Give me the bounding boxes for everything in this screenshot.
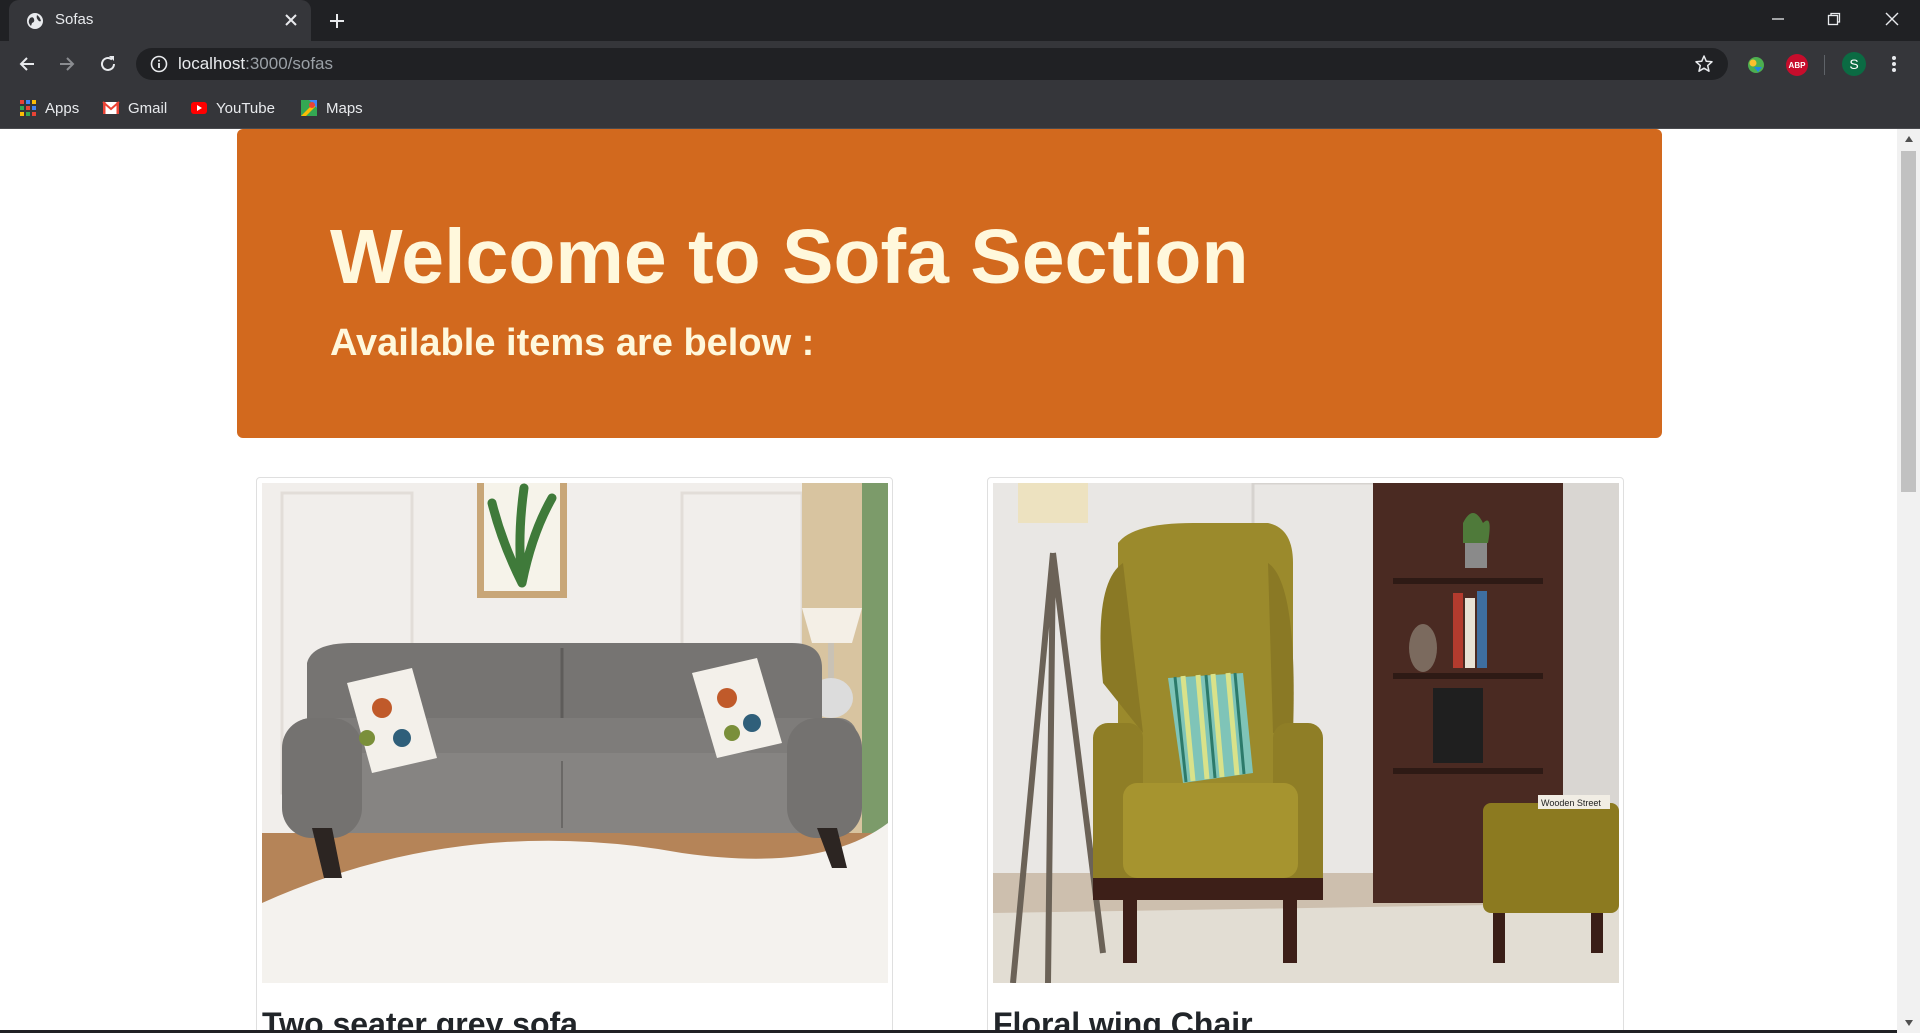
url-host: localhost [178,54,246,73]
url-text: localhost:3000/sofas [178,54,333,74]
new-tab-icon[interactable] [325,9,349,33]
product-image[interactable]: Wooden Street [993,483,1619,983]
product-title[interactable]: Floral wing Chair [993,1006,1253,1033]
bookmarks-bar: Apps Gmail YouTube Maps [0,87,1920,129]
bookmark-label: Apps [45,99,80,117]
apps-grid-icon [20,100,36,116]
image-watermark-label: Wooden Street [1541,798,1601,808]
adblock-plus-icon[interactable]: ABP [1786,54,1808,76]
triangle-up-icon [1904,136,1913,142]
page-subtitle: Available items are below : [330,322,815,364]
bookmark-label: Maps [326,99,363,117]
youtube-icon [191,102,207,114]
browser-tab[interactable]: Sofas [9,0,311,41]
scroll-thumb[interactable] [1901,151,1916,492]
bookmark-label: Gmail [128,99,168,117]
tab-strip: Sofas [0,0,1920,41]
reload-icon [101,56,115,71]
browser-toolbar: localhost:3000/sofas ABP S [0,41,1920,87]
close-icon [1885,12,1899,26]
back-button[interactable] [14,51,40,77]
forward-button[interactable] [54,51,80,77]
bookmark-youtube[interactable]: YouTube [190,96,275,120]
restore-button[interactable] [1806,0,1862,38]
arrow-left-icon [19,57,34,71]
url-path: :3000/sofas [245,54,334,73]
bookmark-gmail[interactable]: Gmail [102,96,167,120]
wing-chair-image: Wooden Street [993,483,1619,983]
bookmark-maps[interactable]: Maps [300,96,363,120]
gmail-icon [102,101,120,114]
product-card[interactable]: Wooden Street Floral wing Chair [987,477,1624,1033]
product-image[interactable] [262,483,888,983]
globe-icon [27,13,43,29]
profile-avatar[interactable]: S [1842,52,1866,76]
tab-title: Sofas [55,11,94,28]
browser-menu-button[interactable] [1882,52,1906,76]
bookmark-label: YouTube [216,99,275,117]
scroll-up-button[interactable] [1897,129,1920,149]
sofa-image [262,483,888,983]
maps-icon [301,100,317,116]
welcome-banner: Welcome to Sofa Section Available items … [237,129,1662,438]
more-vert-icon [1892,56,1896,72]
arrow-right-icon [60,57,75,71]
scroll-down-button[interactable] [1897,1013,1920,1033]
restore-icon [1827,12,1841,26]
product-title[interactable]: Two seater grey sofa [262,1006,578,1033]
minimize-icon [1772,18,1784,20]
product-card[interactable]: Two seater grey sofa [256,477,893,1033]
bookmark-star-icon[interactable] [1694,54,1714,74]
triangle-down-icon [1904,1020,1913,1026]
extension-icon[interactable] [1745,54,1767,76]
bookmark-apps[interactable]: Apps [19,96,79,120]
minimize-button[interactable] [1750,0,1806,38]
address-bar[interactable]: localhost:3000/sofas [136,48,1728,80]
info-icon[interactable] [150,55,168,73]
close-tab-icon[interactable] [280,9,302,31]
page-title: Welcome to Sofa Section [330,214,1249,300]
close-window-button[interactable] [1864,0,1920,38]
page-viewport: Welcome to Sofa Section Available items … [0,129,1897,1033]
reload-button[interactable] [95,51,121,77]
page-scrollbar[interactable] [1897,129,1920,1033]
toolbar-divider [1824,55,1825,75]
